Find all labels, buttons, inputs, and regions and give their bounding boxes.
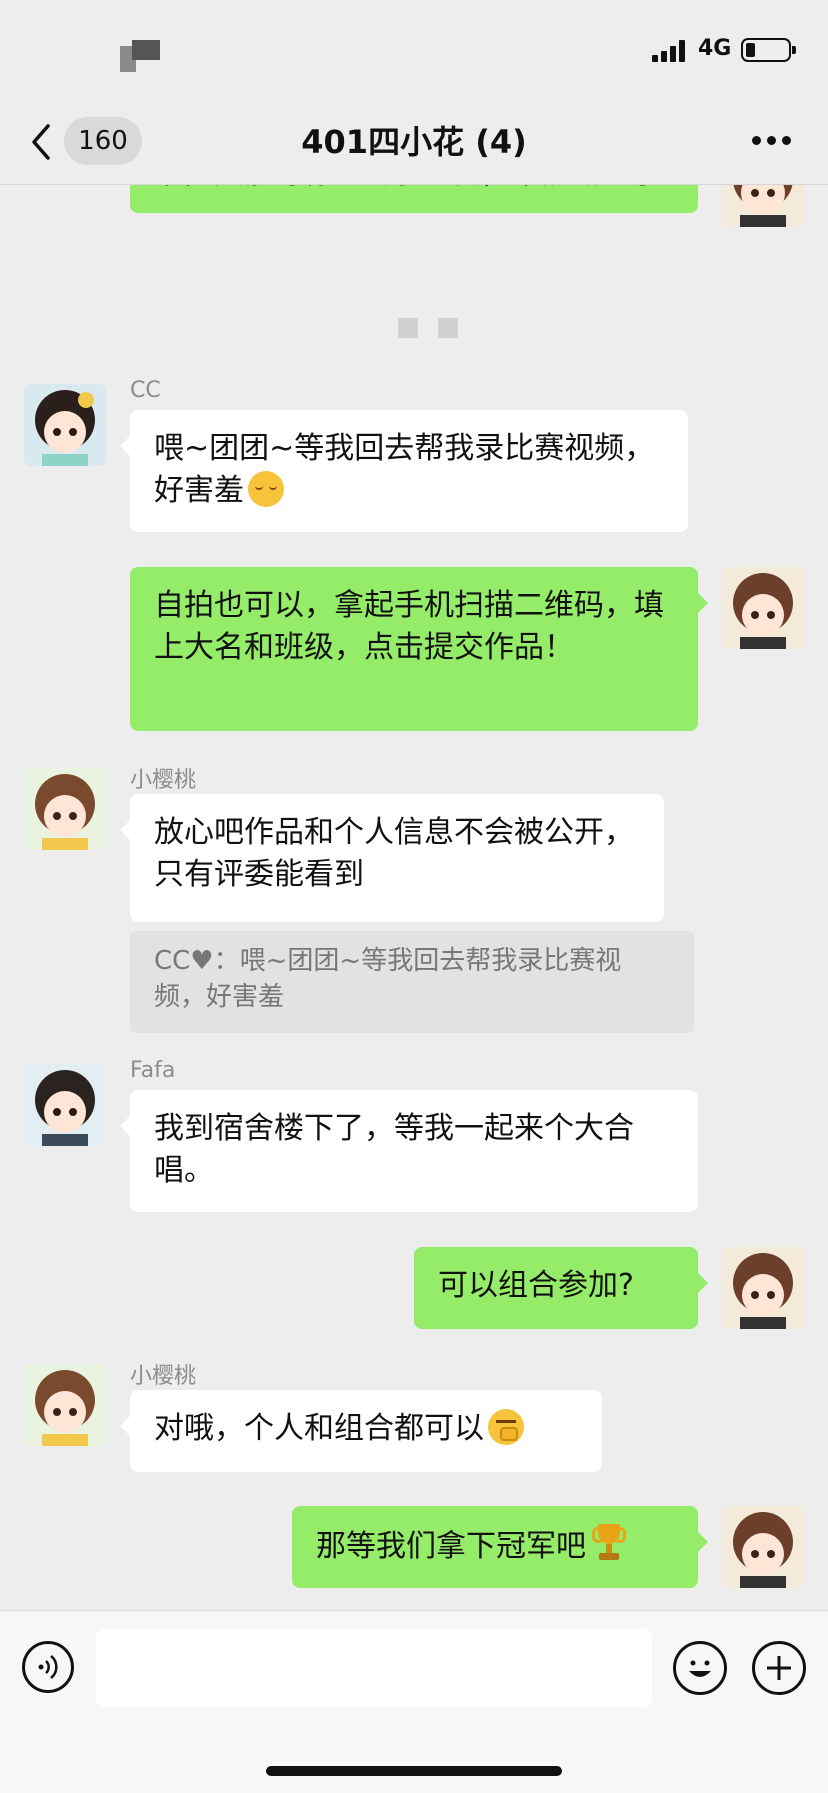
more-functions-button[interactable] (752, 1641, 806, 1695)
message-bubble[interactable]: 自拍也可以，拿起手机扫描二维码，填上大名和班级，点击提交作品！ (130, 567, 708, 731)
message-bubble[interactable]: 那等我们拿下冠军吧 (292, 1506, 708, 1588)
message-text: 喂~团团~等我回去帮我录比赛视频，好害羞 (154, 431, 655, 508)
avatar-xiaoyingtao[interactable] (24, 1364, 106, 1446)
thinking-face-emoji-icon (488, 1409, 524, 1445)
avatar-cc[interactable] (24, 384, 106, 466)
status-bar: 4G (0, 0, 828, 100)
more-dots-icon (752, 136, 761, 145)
sender-name: Fafa (130, 1058, 176, 1083)
message-bubble[interactable]: 我到宿舍楼下了，等我一起来个大合唱。 (120, 1090, 698, 1212)
message-bubble[interactable]: 对哦，个人和组合都可以 (120, 1390, 602, 1472)
message-list[interactable]: 最多只能等你到5月20日，中点截止了 CC 喂~团团~等我回去帮我录比赛视频，好… (0, 185, 828, 1610)
avatar[interactable] (722, 185, 804, 227)
sender-name: 小樱桃 (130, 768, 197, 793)
emoji-button[interactable] (673, 1641, 727, 1695)
chat-title: 401四小花 (4) (301, 123, 527, 161)
cellular-signal-icon (652, 40, 686, 62)
avatar-self[interactable] (722, 567, 804, 649)
message-text: 对哦，个人和组合都可以 (154, 1411, 484, 1446)
plus-icon (767, 1656, 791, 1680)
avatar-xiaoyingtao[interactable] (24, 768, 106, 850)
more-options-button[interactable] (752, 136, 792, 148)
trophy-emoji-icon (592, 1524, 626, 1562)
voice-icon (38, 1655, 58, 1679)
message-bubble[interactable]: 可以组合参加? (414, 1247, 708, 1329)
battery-icon (741, 38, 796, 62)
smiley-icon (689, 1660, 711, 1677)
chat-header: 160 401四小花 (4) (0, 100, 828, 185)
sender-name: 小樱桃 (130, 1364, 197, 1389)
quoted-message[interactable]: CC♥：喂~团团~等我回去帮我录比赛视频，好害羞 (130, 931, 694, 1033)
message-input[interactable] (96, 1629, 652, 1707)
message-text: 那等我们拿下冠军吧 (316, 1529, 586, 1564)
home-indicator[interactable] (266, 1766, 562, 1776)
avatar-fafa[interactable] (24, 1064, 106, 1146)
network-type: 4G (698, 36, 732, 61)
avatar-self[interactable] (722, 1506, 804, 1588)
message-bubble[interactable]: 放心吧作品和个人信息不会被公开，只有评委能看到 (120, 794, 664, 922)
blurred-status-icon (120, 40, 160, 72)
message-bubble[interactable]: 喂~团团~等我回去帮我录比赛视频，好害羞 (120, 410, 688, 532)
voice-input-button[interactable] (22, 1641, 74, 1693)
message-bubble[interactable]: 最多只能等你到5月20日，中点截止了 (130, 185, 698, 213)
input-bar (0, 1610, 828, 1793)
sender-name: CC (130, 378, 161, 403)
avatar-self[interactable] (722, 1247, 804, 1329)
shy-face-emoji-icon (248, 471, 284, 507)
timestamp-divider (398, 318, 460, 338)
